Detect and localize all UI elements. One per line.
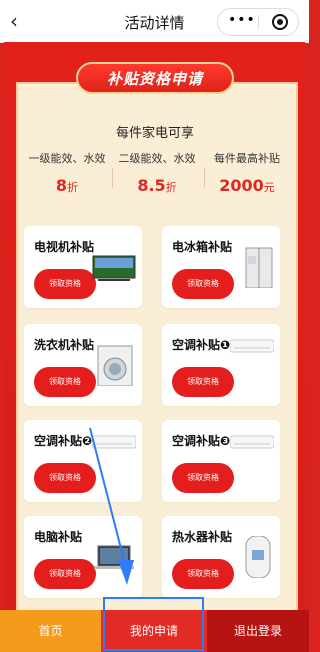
- annotation-arrow: [89, 427, 134, 585]
